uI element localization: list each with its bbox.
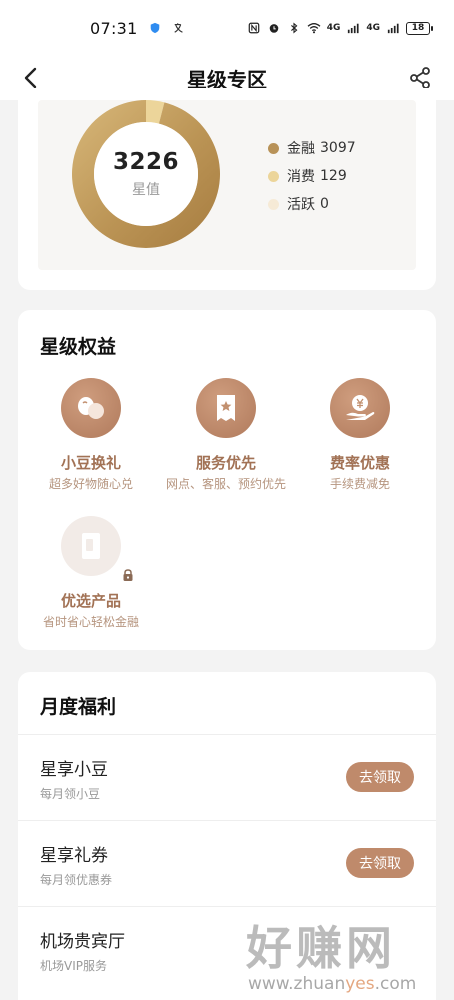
donut-legend: 金融 3097 消费 129 活跃 0 — [268, 134, 356, 218]
legend-item-activity: 活跃 0 — [268, 190, 356, 218]
chevron-left-icon — [24, 67, 37, 89]
star-total-label: 星值 — [132, 182, 160, 198]
nfc-icon — [248, 22, 260, 34]
row-subtitle: 机场VIP服务 — [40, 959, 107, 973]
ticket-star-icon — [217, 395, 235, 421]
benefit-beans-exchange[interactable]: 小豆换礼 超多好物随心兑 — [26, 378, 156, 492]
status-time: 07:31 — [90, 18, 138, 38]
status-right: 4G 4G 18 — [247, 21, 433, 35]
signal-icon — [348, 23, 359, 34]
legend-item-finance: 金融 3097 — [268, 134, 356, 162]
row-subtitle: 每月领小豆 — [40, 787, 101, 801]
beans-icon — [78, 397, 104, 419]
benefit-fee-discount[interactable]: 费率优惠 手续费减免 — [295, 378, 425, 492]
bluetooth-icon — [290, 22, 298, 34]
benefit-desc: 超多好物随心兑 — [48, 477, 133, 491]
benefit-desc: 省时省心轻松金融 — [42, 615, 139, 629]
claim-button[interactable]: 去领取 — [346, 848, 414, 878]
legend-value: 0 — [320, 196, 329, 212]
welfare-row-airport-lounge[interactable]: 机场贵宾厅 机场VIP服务 — [18, 906, 436, 992]
network-b: 4G — [366, 23, 380, 33]
benefit-service-priority[interactable]: 服务优先 网点、客服、预约优先 — [161, 378, 291, 492]
star-value-card: 3226 星值 金融 3097 消费 129 活跃 0 — [18, 88, 436, 290]
legend-dot — [268, 170, 279, 182]
legend-label: 活跃 — [287, 197, 315, 213]
battery-icon: 18 — [406, 21, 433, 35]
card-icon — [82, 533, 100, 559]
benefit-desc: 网点、客服、预约优先 — [165, 477, 286, 491]
claim-button[interactable]: 去领取 — [346, 762, 414, 792]
row-title: 机场贵宾厅 — [40, 932, 125, 952]
star-benefits-card: 星级权益 小豆换礼 超多好物随心兑 服务优先 网点、客服、预约优先 费率优惠 手… — [18, 310, 436, 650]
benefit-icon-circle — [61, 516, 133, 581]
benefit-icon-circle — [196, 378, 256, 438]
status-left: 07:31 — [90, 19, 186, 38]
welfare-row-coupons[interactable]: 星享礼券 每月领优惠券 去领取 — [18, 820, 436, 906]
benefit-name: 费率优惠 — [329, 454, 390, 472]
monthly-welfare-card: 月度福利 星享小豆 每月领小豆 去领取 星享礼券 每月领优惠券 去领取 机场贵宾… — [18, 672, 436, 1000]
shield-icon — [150, 22, 159, 34]
benefit-icon-circle — [61, 378, 121, 438]
row-title: 星享礼券 — [40, 846, 108, 866]
coin-hand-icon — [346, 395, 375, 420]
section-title: 星级权益 — [40, 336, 117, 358]
row-subtitle: 每月领优惠券 — [40, 873, 113, 887]
legend-dot — [268, 142, 279, 154]
benefit-selected-products[interactable]: 优选产品 省时省心轻松金融 — [26, 516, 156, 630]
legend-item-consumption: 消费 129 — [268, 162, 356, 190]
legend-label: 金融 — [287, 141, 315, 157]
donut-center: 3226 星值 — [72, 100, 220, 248]
share-icon — [410, 67, 430, 89]
status-bar: 07:31 4G 4G 18 — [0, 0, 454, 56]
star-value-panel: 3226 星值 金融 3097 消费 129 活跃 0 — [38, 100, 416, 270]
benefit-desc: 手续费减免 — [329, 477, 390, 491]
legend-dot — [268, 198, 279, 210]
network-a: 4G — [326, 23, 341, 33]
benefit-name: 小豆换礼 — [60, 454, 121, 472]
wifi-icon — [307, 23, 321, 34]
translate-icon — [174, 23, 183, 33]
legend-label: 消费 — [287, 169, 315, 185]
row-title: 星享小豆 — [40, 760, 108, 780]
legend-value: 3097 — [320, 140, 356, 156]
signal-icon — [387, 23, 399, 34]
benefit-icon-circle — [330, 378, 390, 438]
legend-value: 129 — [320, 168, 347, 184]
star-total-value: 3226 — [112, 149, 179, 175]
alarm-icon — [269, 24, 278, 33]
benefit-name: 优选产品 — [60, 592, 121, 610]
section-title: 月度福利 — [40, 696, 117, 718]
lock-icon — [123, 569, 133, 581]
benefit-name: 服务优先 — [195, 454, 256, 472]
welfare-row-beans[interactable]: 星享小豆 每月领小豆 去领取 — [18, 734, 436, 820]
